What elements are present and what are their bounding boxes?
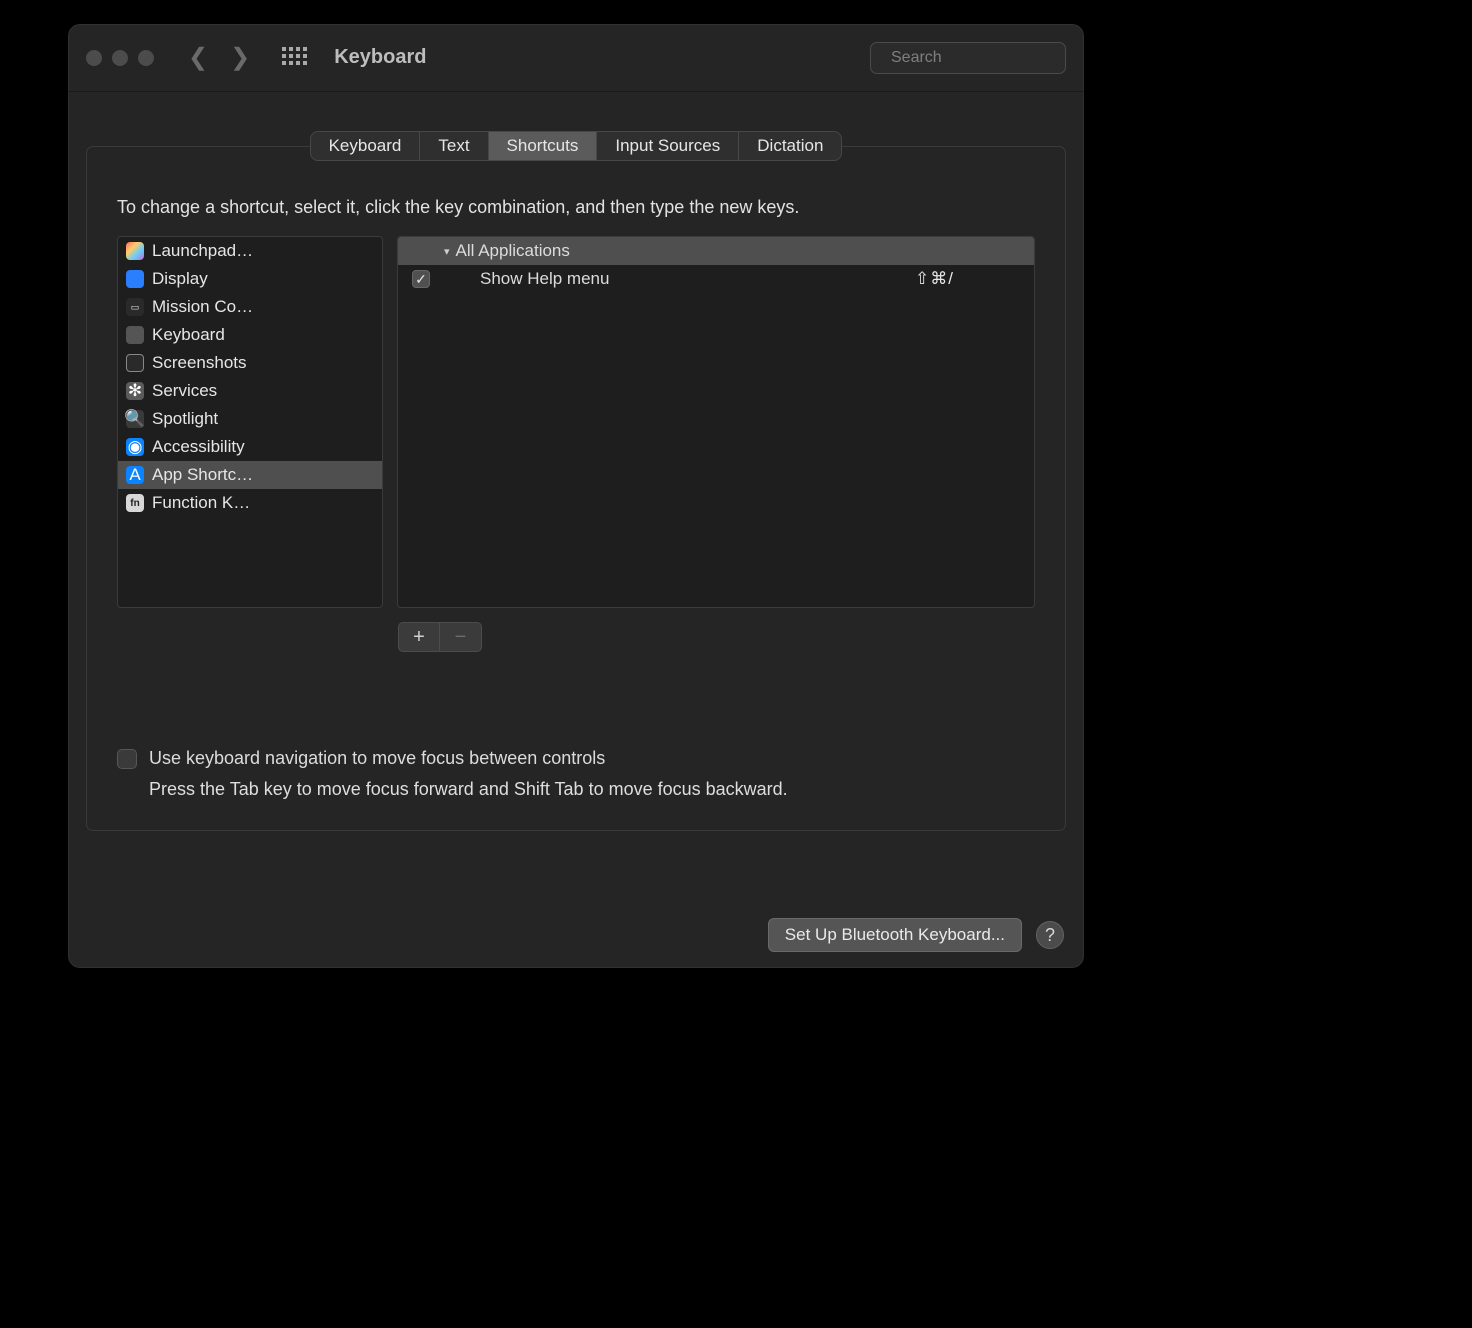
shortcut-list[interactable]: ▾ All Applications ✓ Show Help menu ⇧⌘/ [397,236,1035,608]
app-shortcuts-icon: A [126,466,144,484]
category-spotlight[interactable]: 🔍 Spotlight [118,405,382,433]
show-all-prefs-button[interactable] [282,47,304,69]
preferences-window: ❮ ❯ Keyboard Keyboard Text Shortcuts Inp… [68,24,1084,968]
remove-shortcut-button[interactable]: − [440,622,482,652]
shortcut-checkbox[interactable]: ✓ [412,270,430,288]
category-mission-control[interactable]: ▭ Mission Co… [118,293,382,321]
category-label: Keyboard [152,325,225,345]
category-keyboard[interactable]: Keyboard [118,321,382,349]
tab-shortcuts[interactable]: Shortcuts [489,132,598,160]
keyboard-nav-checkbox[interactable] [117,749,137,769]
group-label: All Applications [456,241,570,261]
category-label: Accessibility [152,437,245,457]
screenshots-icon [126,354,144,372]
shortcuts-panel: To change a shortcut, select it, click t… [86,146,1066,831]
forward-button[interactable]: ❯ [230,46,250,70]
category-label: Spotlight [152,409,218,429]
chevron-down-icon: ▾ [444,245,450,258]
close-window-button[interactable] [86,50,102,66]
window-title: Keyboard [334,46,426,69]
tab-text[interactable]: Text [420,132,488,160]
category-display[interactable]: Display [118,265,382,293]
launchpad-icon [126,242,144,260]
help-button[interactable]: ? [1036,921,1064,949]
tab-bar: Keyboard Text Shortcuts Input Sources Di… [310,131,843,161]
accessibility-icon: ◉ [126,438,144,456]
services-icon: ✻ [126,382,144,400]
category-app-shortcuts[interactable]: A App Shortc… [118,461,382,489]
category-label: Display [152,269,208,289]
category-launchpad[interactable]: Launchpad… [118,237,382,265]
category-services[interactable]: ✻ Services [118,377,382,405]
spotlight-icon: 🔍 [126,410,144,428]
search-field[interactable] [870,42,1066,74]
shortcut-label: Show Help menu [480,269,905,289]
zoom-window-button[interactable] [138,50,154,66]
search-input[interactable] [889,48,1084,68]
category-screenshots[interactable]: Screenshots [118,349,382,377]
window-controls [86,50,154,66]
mission-control-icon: ▭ [126,298,144,316]
display-icon [126,270,144,288]
category-label: Function K… [152,493,250,513]
shortcut-group-all-applications[interactable]: ▾ All Applications [398,237,1034,265]
keyboard-nav-label: Use keyboard navigation to move focus be… [149,748,605,769]
back-button[interactable]: ❮ [188,46,208,70]
category-label: Services [152,381,217,401]
footer-options: Use keyboard navigation to move focus be… [117,748,1035,800]
shortcut-row[interactable]: ✓ Show Help menu ⇧⌘/ [398,265,1034,293]
lists-container: Launchpad… Display ▭ Mission Co… Keyboar… [117,236,1035,608]
content-area: Keyboard Text Shortcuts Input Sources Di… [68,92,1084,910]
tab-keyboard[interactable]: Keyboard [311,132,421,160]
category-label: Launchpad… [152,241,253,261]
add-remove-buttons: + − [398,622,1035,652]
keyboard-nav-description: Press the Tab key to move focus forward … [149,779,1035,800]
category-label: Screenshots [152,353,247,373]
category-list[interactable]: Launchpad… Display ▭ Mission Co… Keyboar… [117,236,383,608]
function-keys-icon: fn [126,494,144,512]
category-label: Mission Co… [152,297,253,317]
category-accessibility[interactable]: ◉ Accessibility [118,433,382,461]
tab-input-sources[interactable]: Input Sources [597,132,739,160]
keyboard-icon [126,326,144,344]
category-label: App Shortc… [152,465,253,485]
instruction-label: To change a shortcut, select it, click t… [117,197,1035,218]
tab-dictation[interactable]: Dictation [739,132,841,160]
keyboard-nav-option: Use keyboard navigation to move focus be… [117,748,1035,769]
shortcut-key-combo[interactable]: ⇧⌘/ [915,269,1024,289]
bottom-bar: Set Up Bluetooth Keyboard... ? [68,910,1084,968]
add-shortcut-button[interactable]: + [398,622,440,652]
nav-arrows: ❮ ❯ [188,46,250,70]
minimize-window-button[interactable] [112,50,128,66]
category-function-keys[interactable]: fn Function K… [118,489,382,517]
toolbar: ❮ ❯ Keyboard [68,24,1084,92]
setup-bluetooth-keyboard-button[interactable]: Set Up Bluetooth Keyboard... [768,918,1022,952]
